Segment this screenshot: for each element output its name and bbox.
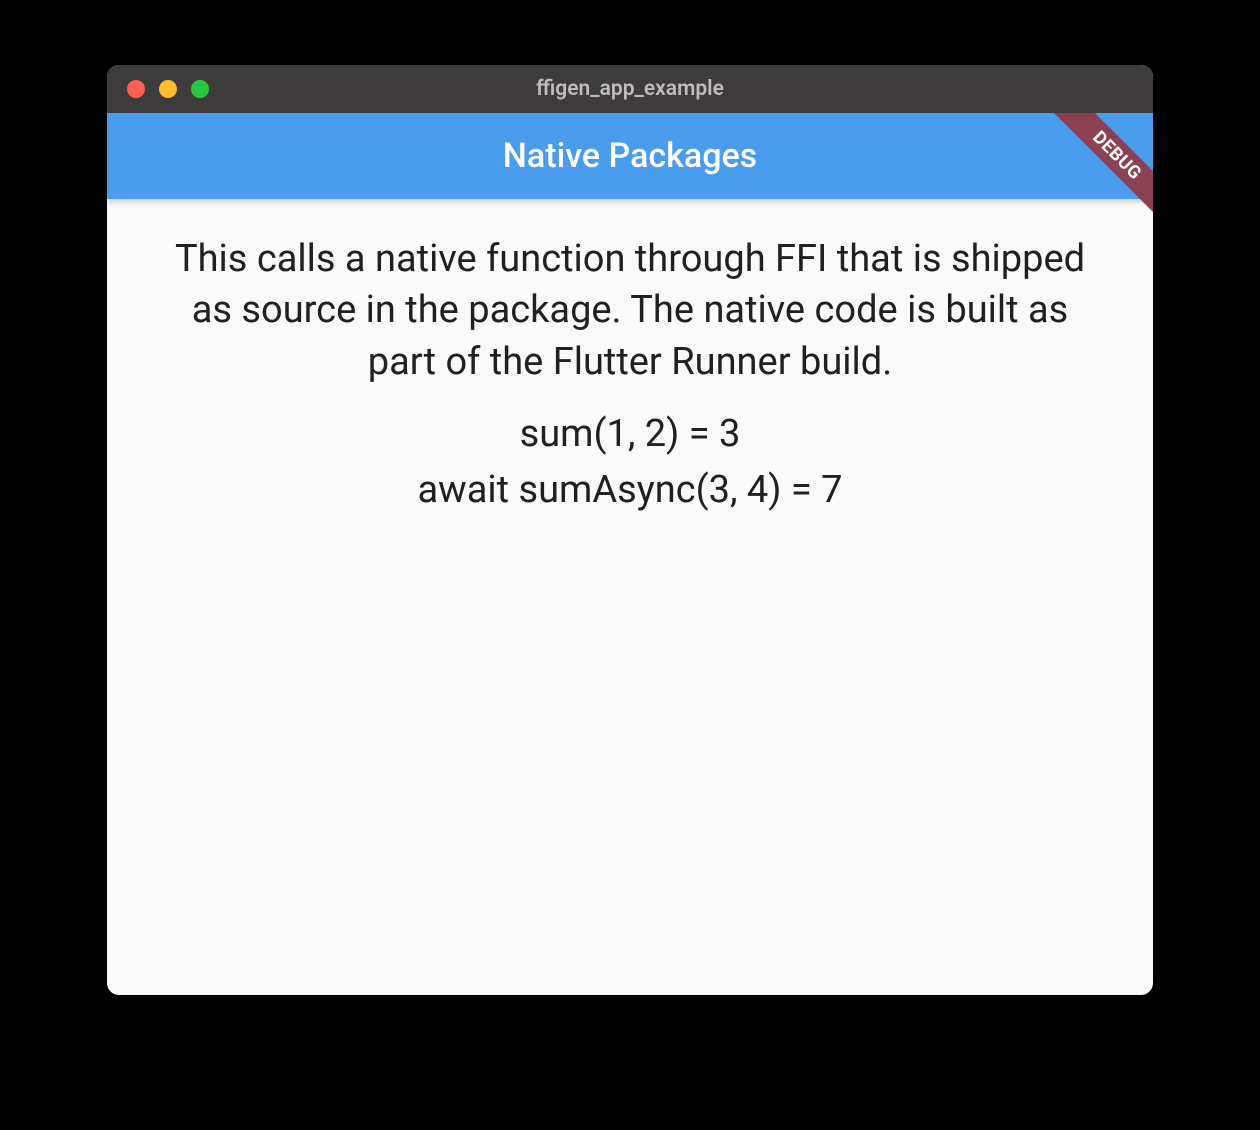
maximize-icon[interactable]: [191, 80, 209, 98]
sum-result: sum(1, 2) = 3: [157, 412, 1103, 456]
application-window: ffigen_app_example Native Packages DEBUG…: [107, 65, 1153, 995]
sum-async-result: await sumAsync(3, 4) = 7: [157, 468, 1103, 512]
traffic-lights: [107, 80, 209, 98]
titlebar[interactable]: ffigen_app_example: [107, 65, 1153, 113]
window-title: ffigen_app_example: [107, 77, 1153, 101]
minimize-icon[interactable]: [159, 80, 177, 98]
close-icon[interactable]: [127, 80, 145, 98]
appbar: Native Packages DEBUG: [107, 113, 1153, 199]
appbar-title: Native Packages: [503, 136, 757, 176]
description-text: This calls a native function through FFI…: [157, 234, 1103, 388]
content-area: This calls a native function through FFI…: [107, 199, 1153, 559]
